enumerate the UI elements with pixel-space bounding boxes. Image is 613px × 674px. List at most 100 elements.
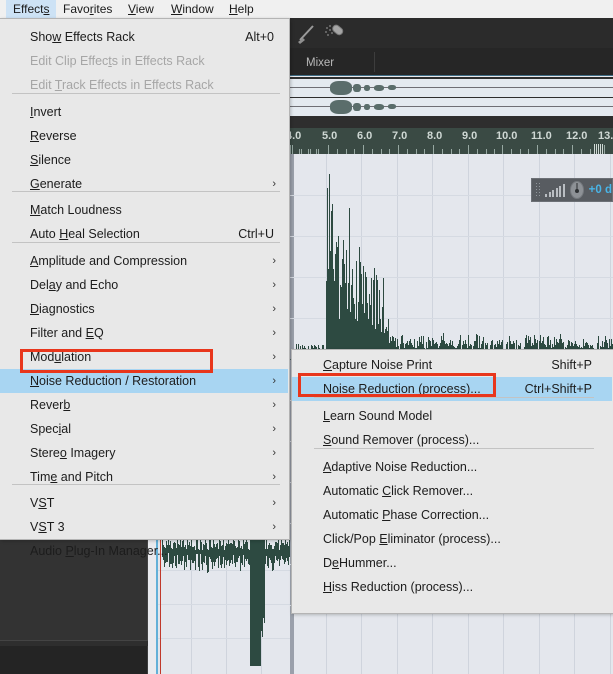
menu-bar[interactable]: Effects Favorites View Window Help bbox=[0, 0, 613, 18]
overview-lane-right bbox=[290, 98, 613, 116]
ruler-label: 13.0 bbox=[598, 130, 613, 142]
ruler-label: 10.0 bbox=[496, 130, 518, 142]
ruler-tick bbox=[468, 145, 469, 154]
menu-item-edit-clip-effects-in-effects-rack: Edit Clip Effects in Effects Rack bbox=[0, 49, 288, 73]
ruler-tick bbox=[328, 145, 329, 154]
menu-item-reverse[interactable]: Reverse bbox=[0, 124, 288, 148]
menu-item-label: Show Effects Rack bbox=[30, 30, 135, 44]
overview-blob bbox=[330, 81, 352, 95]
submenu-item-click-pop-eliminator-process[interactable]: Click/Pop Eliminator (process)... bbox=[292, 527, 612, 551]
menu-item-label: Silence bbox=[30, 153, 72, 167]
track-overview-strip[interactable] bbox=[290, 77, 613, 119]
menu-item-generate[interactable]: Generate › bbox=[0, 172, 288, 196]
menu-separator bbox=[12, 93, 280, 94]
menu-item-filter-and-eq[interactable]: Filter and EQ › bbox=[0, 321, 288, 345]
menubar-item-favorites[interactable]: Favorites bbox=[56, 0, 119, 18]
submenu-item-label: Learn Sound Model bbox=[323, 409, 433, 423]
ruler-tick bbox=[433, 145, 434, 154]
menu-item-label: Filter and EQ bbox=[30, 326, 104, 340]
menubar-item-help[interactable]: Help bbox=[222, 0, 261, 18]
overview-bottom-filler bbox=[290, 119, 613, 128]
menu-item-match-loudness[interactable]: Match Loudness bbox=[0, 198, 288, 222]
menu-item-diagnostics[interactable]: Diagnostics › bbox=[0, 297, 288, 321]
submenu-item-hiss-reduction-process[interactable]: Hiss Reduction (process)... bbox=[292, 575, 612, 599]
submenu-item-label: Click/Pop Eliminator (process)... bbox=[323, 532, 501, 546]
menu-item-vst[interactable]: VST › bbox=[0, 491, 288, 515]
submenu-item-label: Sound Remover (process)... bbox=[323, 433, 480, 447]
menubar-item-window[interactable]: Window bbox=[164, 0, 221, 18]
menu-item-vst-3[interactable]: VST 3 › bbox=[0, 515, 288, 539]
menu-item-label: Match Loudness bbox=[30, 203, 122, 217]
lasso-selection-tool-icon[interactable] bbox=[296, 21, 322, 45]
submenu-item-automatic-phase-correction[interactable]: Automatic Phase Correction... bbox=[292, 503, 612, 527]
menu-separator bbox=[314, 397, 594, 398]
menu-separator bbox=[12, 191, 280, 192]
menu-item-noise-reduction-restoration[interactable]: Noise Reduction / Restoration › bbox=[0, 369, 288, 393]
menu-item-label: Delay and Echo bbox=[30, 278, 119, 292]
ruler-label: 8.0 bbox=[427, 130, 443, 142]
ruler-selection-hash bbox=[596, 144, 597, 154]
tab-divider bbox=[374, 52, 375, 72]
submenu-item-label: Hiss Reduction (process)... bbox=[323, 580, 474, 594]
overview-blob bbox=[388, 85, 396, 90]
submenu-item-capture-noise-print[interactable]: Capture Noise Print Shift+P bbox=[292, 353, 612, 377]
submenu-item-learn-sound-model[interactable]: Learn Sound Model bbox=[292, 404, 612, 428]
dark-panel-footer bbox=[0, 646, 148, 674]
chevron-right-icon: › bbox=[272, 177, 276, 190]
menubar-item-label: Window bbox=[171, 2, 214, 16]
submenu-item-automatic-click-remover[interactable]: Automatic Click Remover... bbox=[292, 479, 612, 503]
menu-item-special[interactable]: Special › bbox=[0, 417, 288, 441]
submenu-item-dehummer[interactable]: DeHummer... bbox=[292, 551, 612, 575]
waveform-gridline-horizontal bbox=[156, 638, 290, 639]
noise-reduction-submenu[interactable]: Capture Noise Print Shift+P Noise Reductio… bbox=[291, 349, 613, 614]
menubar-item-effects[interactable]: Effects bbox=[6, 0, 57, 18]
ruler-selection-hash bbox=[602, 144, 603, 154]
submenu-item-label: Automatic Click Remover... bbox=[323, 484, 474, 498]
spot-healing-brush-tool-icon[interactable] bbox=[322, 21, 348, 45]
menu-item-label: Generate bbox=[30, 177, 83, 191]
overview-blob bbox=[353, 84, 361, 92]
menu-separator bbox=[12, 484, 280, 485]
menu-item-label: VST bbox=[30, 496, 55, 510]
drag-handle-icon[interactable] bbox=[535, 182, 542, 198]
gain-knob[interactable] bbox=[569, 181, 584, 199]
menu-item-show-effects-rack[interactable]: Show Effects Rack Alt+0 bbox=[0, 25, 288, 49]
ruler-label: 6.0 bbox=[357, 130, 373, 142]
menubar-item-label: Help bbox=[229, 2, 254, 16]
menubar-item-view[interactable]: View bbox=[121, 0, 161, 18]
menu-item-time-and-pitch[interactable]: Time and Pitch › bbox=[0, 465, 288, 489]
ruler-selection-hash bbox=[598, 144, 599, 154]
waveform-sample bbox=[289, 539, 290, 558]
tab-mixer[interactable]: Mixer bbox=[300, 52, 366, 74]
ruler-tick bbox=[363, 145, 364, 154]
menu-item-label: Invert bbox=[30, 105, 62, 119]
menu-item-label: Edit Clip Effects in Effects Rack bbox=[30, 54, 205, 68]
menu-item-shortcut: Alt+0 bbox=[245, 30, 274, 44]
menu-item-silence[interactable]: Silence bbox=[0, 148, 288, 172]
level-meter-icon bbox=[545, 183, 565, 197]
clip-gain-hud[interactable]: +0 d bbox=[531, 178, 613, 202]
menu-item-reverb[interactable]: Reverb › bbox=[0, 393, 288, 417]
menu-item-label: Diagnostics bbox=[30, 302, 95, 316]
overview-blob bbox=[374, 104, 384, 110]
ruler-selection-hash bbox=[594, 144, 595, 154]
clip-gain-value: +0 d bbox=[588, 184, 612, 196]
chevron-right-icon: › bbox=[272, 470, 276, 483]
ruler-tick bbox=[292, 145, 293, 154]
submenu-item-label: DeHummer... bbox=[323, 556, 397, 570]
menu-item-modulation[interactable]: Modulation › bbox=[0, 345, 288, 369]
ruler-label: 7.0 bbox=[392, 130, 408, 142]
ruler-label: 4.0 bbox=[290, 130, 302, 142]
menu-item-label: Reverb bbox=[30, 398, 71, 412]
submenu-item-label: Capture Noise Print bbox=[323, 358, 433, 372]
submenu-item-adaptive-noise-reduction[interactable]: Adaptive Noise Reduction... bbox=[292, 455, 612, 479]
menu-item-stereo-imagery[interactable]: Stereo Imagery › bbox=[0, 441, 288, 465]
menu-item-delay-and-echo[interactable]: Delay and Echo › bbox=[0, 273, 288, 297]
overview-blob bbox=[374, 85, 384, 91]
timeline-ruler[interactable]: 4.0 5.0 6.0 7.0 8.0 9.0 10.0 11.0 12.0 13.0 bbox=[290, 128, 613, 154]
menu-item-label: Special bbox=[30, 422, 72, 436]
menu-item-invert[interactable]: Invert bbox=[0, 100, 288, 124]
effects-dropdown-menu[interactable]: Show Effects Rack Alt+0 Edit Clip Effects … bbox=[0, 18, 290, 558]
menu-item-audio-plug-in-manager[interactable]: Audio Plug-In Manager... bbox=[0, 539, 288, 563]
menu-item-amplitude-and-compression[interactable]: Amplitude and Compression › bbox=[0, 249, 288, 273]
